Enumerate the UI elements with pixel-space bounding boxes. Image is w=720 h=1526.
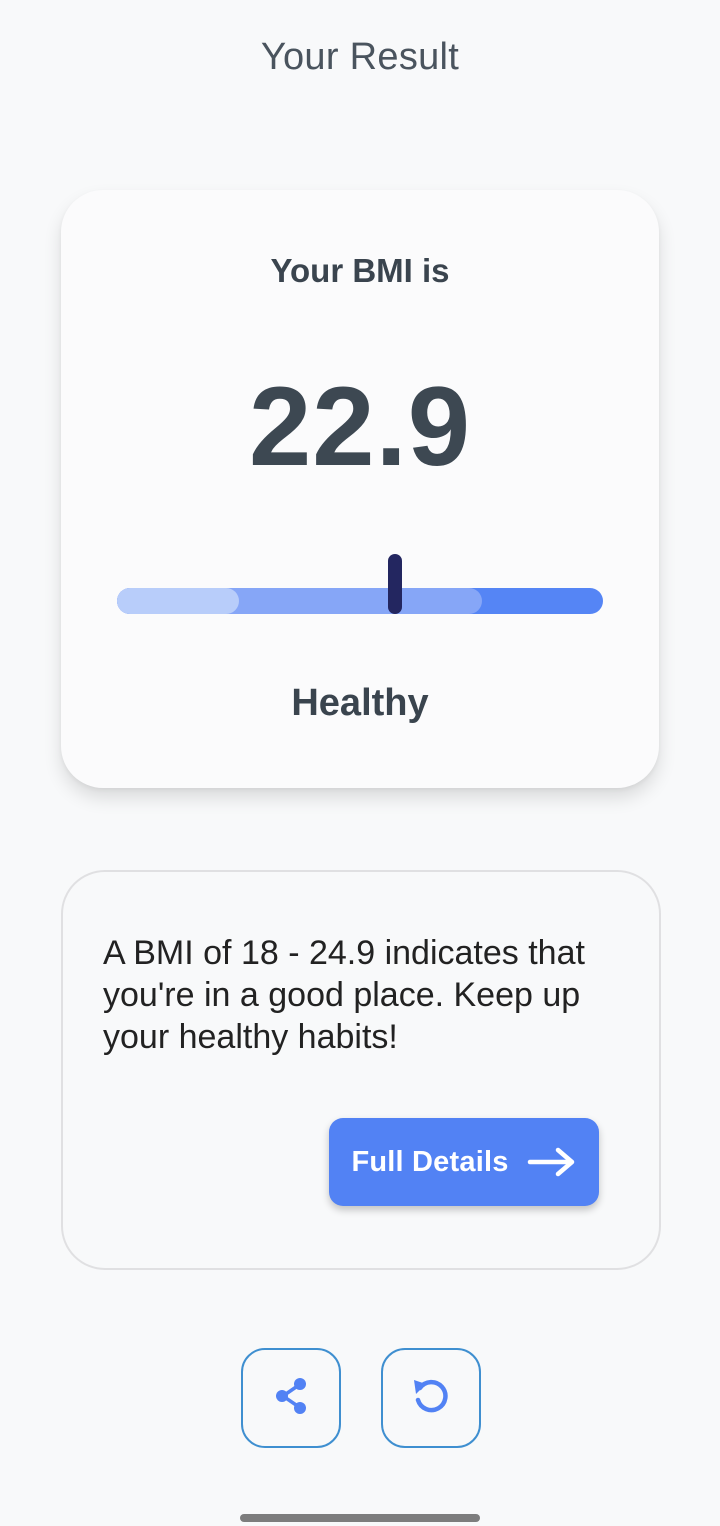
bmi-value: 22.9 [249, 364, 471, 489]
full-details-label: Full Details [351, 1145, 509, 1178]
info-card: A BMI of 18 - 24.9 indicates that you're… [61, 870, 661, 1270]
bmi-indicator [388, 554, 402, 614]
info-text: A BMI of 18 - 24.9 indicates that you're… [103, 934, 585, 1056]
full-details-button[interactable]: Full Details [329, 1118, 599, 1206]
bmi-category: Healthy [291, 682, 429, 724]
share-icon [269, 1374, 313, 1423]
reset-icon [409, 1374, 453, 1423]
bmi-result-card: Your BMI is 22.9 Healthy [61, 190, 659, 788]
page-title: Your Result [260, 36, 460, 78]
home-indicator [240, 1514, 480, 1522]
bmi-scale-underweight-segment [117, 588, 239, 614]
arrow-right-icon [527, 1146, 577, 1178]
bmi-scale-bar [117, 554, 603, 614]
bmi-label: Your BMI is [270, 252, 450, 289]
reset-button[interactable] [381, 1348, 481, 1448]
share-button[interactable] [241, 1348, 341, 1448]
